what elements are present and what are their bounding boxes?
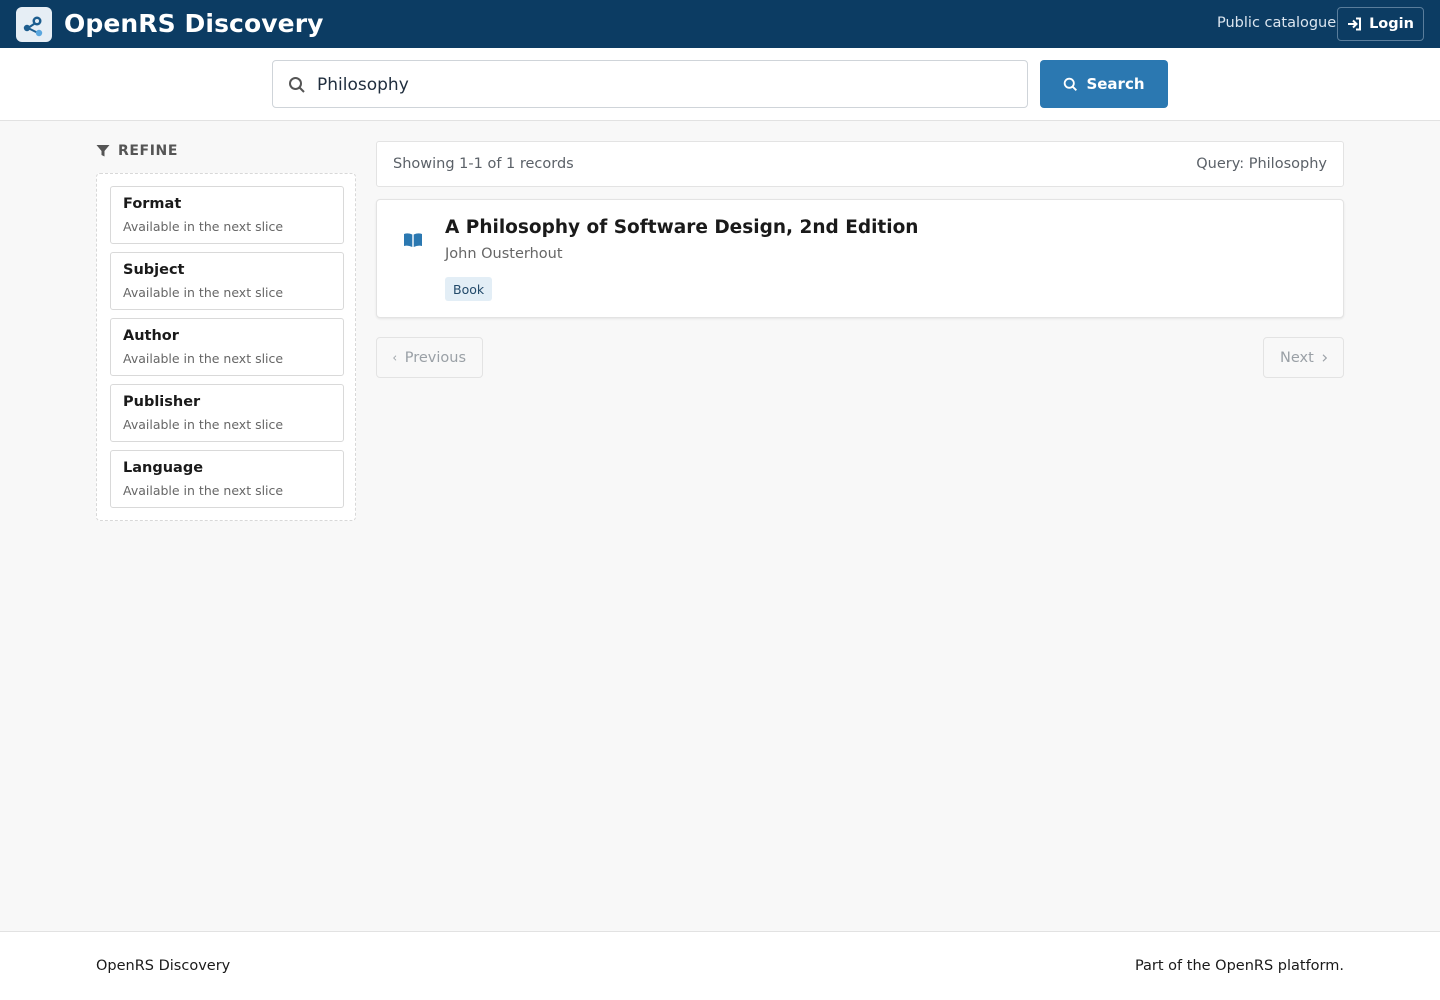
facet-publisher[interactable]: Publisher Available in the next slice	[110, 384, 344, 442]
footer-platform-note: Part of the OpenRS platform.	[1134, 958, 1344, 974]
search-button[interactable]: Search	[1040, 60, 1168, 108]
facet-note: Available in the next slice	[123, 285, 284, 300]
footer-app-name: OpenRS Discovery	[96, 958, 231, 974]
public-catalogue-link[interactable]: Public catalogue	[1217, 15, 1336, 31]
filter-icon	[96, 145, 110, 157]
facet-note: Available in the next slice	[123, 351, 284, 366]
search-input[interactable]	[317, 71, 1007, 99]
format-badge: Book	[445, 277, 493, 301]
facet-name: Subject	[123, 262, 185, 278]
chevron-left-icon	[393, 354, 397, 361]
sign-in-icon	[1348, 17, 1362, 31]
facet-name: Language	[123, 460, 204, 476]
results-summary: Showing 1-1 of 1 records Query: Philosop…	[376, 141, 1344, 187]
facet-note: Available in the next slice	[123, 417, 284, 432]
facet-format[interactable]: Format Available in the next slice	[110, 186, 344, 244]
facet-name: Author	[123, 328, 179, 344]
refine-heading: REFINE	[96, 143, 178, 159]
facet-note: Available in the next slice	[123, 219, 284, 234]
facet-name: Publisher	[123, 394, 201, 410]
results-count: Showing 1-1 of 1 records	[393, 156, 574, 172]
record-author: John Ousterhout	[445, 246, 563, 262]
facet-author[interactable]: Author Available in the next slice	[110, 318, 344, 376]
chevron-right-icon	[1322, 353, 1327, 362]
next-button[interactable]: Next	[1263, 337, 1344, 378]
facet-name: Format	[123, 196, 182, 212]
facet-language[interactable]: Language Available in the next slice	[110, 450, 344, 508]
magnifier-icon	[289, 77, 305, 93]
search-band: Search	[0, 48, 1440, 121]
record-card[interactable]: A Philosophy of Software Design, 2nd Edi…	[376, 199, 1344, 318]
results-query: Query: Philosophy	[1196, 156, 1327, 172]
search-box	[272, 60, 1028, 108]
magnifier-icon	[1064, 77, 1078, 91]
facet-note: Available in the next slice	[123, 483, 284, 498]
refine-heading-label: REFINE	[118, 143, 178, 159]
share-nodes-icon[interactable]	[16, 7, 52, 42]
record-title[interactable]: A Philosophy of Software Design, 2nd Edi…	[445, 217, 918, 238]
facet-panel: Format Available in the next slice Subje…	[96, 173, 356, 521]
previous-button[interactable]: Previous	[376, 337, 483, 378]
facet-subject[interactable]: Subject Available in the next slice	[110, 252, 344, 310]
previous-label: Previous	[404, 349, 466, 366]
login-label: Login	[1369, 16, 1414, 32]
top-navbar: OpenRS Discovery Public catalogue Login	[0, 0, 1440, 48]
footer: OpenRS Discovery Part of the OpenRS plat…	[0, 931, 1440, 1000]
search-button-label: Search	[1086, 75, 1145, 93]
next-label: Next	[1280, 349, 1314, 366]
login-button[interactable]: Login	[1337, 7, 1424, 41]
open-book-icon	[404, 233, 422, 247]
app-title[interactable]: OpenRS Discovery	[64, 9, 324, 38]
